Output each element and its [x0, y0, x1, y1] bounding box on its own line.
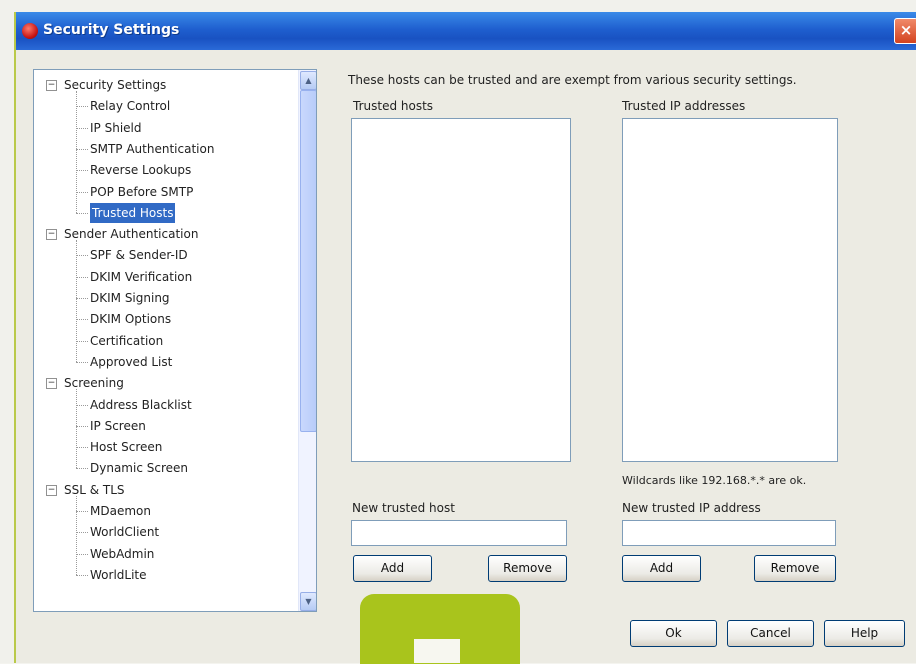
tree-expander-icon[interactable]: − [46, 80, 57, 91]
tree-expander-icon[interactable]: − [46, 378, 57, 390]
tree-group-label[interactable]: Security Settings [64, 75, 166, 95]
tree-connector [76, 298, 88, 299]
tree-connector [76, 340, 88, 342]
trusted-ips-list[interactable] [622, 118, 838, 462]
tree-item[interactable]: DKIM Signing [90, 288, 170, 308]
new-host-label: New trusted host [352, 501, 455, 515]
tree-connector [76, 574, 88, 576]
add-host-button[interactable]: Add [353, 555, 432, 582]
tree-item[interactable]: Relay Control [90, 96, 170, 116]
background-left [0, 0, 14, 663]
tree-connector [76, 404, 88, 406]
tree-group-label[interactable]: Sender Authentication [64, 224, 198, 244]
tree-group-label[interactable]: SSL & TLS [64, 480, 125, 500]
tree-item[interactable]: IP Screen [90, 416, 146, 436]
new-ip-label: New trusted IP address [622, 501, 761, 515]
tree-connector [76, 148, 88, 150]
tree-item[interactable]: Approved List [90, 352, 172, 372]
trusted-ips-label: Trusted IP addresses [622, 99, 746, 113]
trusted-hosts-list[interactable] [351, 118, 571, 462]
ok-button[interactable]: Ok [630, 620, 717, 647]
tree-item[interactable]: SMTP Authentication [90, 139, 214, 159]
tree-connector [76, 240, 77, 362]
tree-item[interactable]: Trusted Hosts [90, 202, 176, 223]
remove-host-button[interactable]: Remove [488, 555, 567, 582]
tree-connector [76, 212, 88, 214]
tree-connector [76, 319, 88, 321]
tree-item[interactable]: Host Screen [90, 437, 162, 457]
tree-connector [76, 170, 88, 172]
scroll-up-button[interactable]: ▲ [300, 71, 316, 90]
tree-connector [76, 495, 77, 575]
tree-item[interactable]: Reverse Lookups [90, 160, 191, 180]
tree-connector [76, 553, 88, 555]
remove-ip-button[interactable]: Remove [754, 555, 836, 582]
trusted-hosts-label: Trusted hosts [353, 99, 434, 113]
tree-expander-icon[interactable]: − [46, 484, 57, 496]
tree-expander-icon[interactable]: − [46, 229, 57, 241]
tree-item[interactable]: WorldClient [90, 522, 159, 542]
tree-connector [76, 255, 88, 257]
tree-item[interactable]: Address Blacklist [90, 395, 192, 415]
tree-item[interactable]: IP Shield [90, 118, 141, 138]
cancel-button[interactable]: Cancel [727, 620, 814, 647]
tree-connector [76, 447, 88, 449]
app-icon [22, 23, 38, 39]
tree-item[interactable]: DKIM Options [90, 309, 171, 329]
security-settings-window: Security Settings × ▲ ▼ − Security Settin… [14, 12, 916, 663]
scroll-down-button[interactable]: ▼ [300, 592, 316, 611]
tree-connector [76, 425, 88, 427]
tree-connector [76, 106, 88, 108]
tree-item[interactable]: Certification [90, 331, 163, 351]
tree-group-label[interactable]: Screening [64, 373, 124, 393]
tree-connector [76, 389, 77, 469]
window-title: Security Settings [43, 22, 180, 38]
tree-item[interactable]: POP Before SMTP [90, 182, 193, 202]
tree-connector [76, 532, 88, 534]
new-host-input[interactable] [351, 520, 567, 546]
new-ip-input[interactable] [622, 520, 836, 546]
tree-connector [76, 276, 88, 278]
help-button[interactable]: Help [824, 620, 905, 647]
scroll-thumb[interactable] [300, 90, 316, 432]
tree-item[interactable]: SPF & Sender-ID [90, 245, 188, 265]
decorative-white-block [414, 639, 460, 663]
tree-connector [76, 361, 88, 363]
tree-item[interactable]: Dynamic Screen [90, 458, 188, 478]
tree-connector [76, 468, 88, 470]
tree-connector [76, 511, 88, 512]
tree-item[interactable]: WorldLite [90, 565, 147, 585]
wildcard-note: Wildcards like 192.168.*.* are ok. [622, 474, 807, 487]
tree-item[interactable]: MDaemon [90, 501, 151, 521]
tree-connector [76, 127, 88, 129]
tree-connector [76, 191, 88, 193]
close-button[interactable]: × [894, 18, 916, 44]
tree-item[interactable]: DKIM Verification [90, 267, 192, 287]
description-text: These hosts can be trusted and are exemp… [348, 73, 797, 87]
title-bar[interactable]: Security Settings × [16, 12, 916, 50]
settings-tree: ▲ ▼ − Security Settings Relay Control IP Sh… [33, 69, 317, 612]
tree-connector [76, 91, 77, 213]
add-ip-button[interactable]: Add [622, 555, 701, 582]
tree-scrollbar[interactable]: ▲ ▼ [298, 70, 316, 611]
tree-item[interactable]: WebAdmin [90, 544, 154, 564]
